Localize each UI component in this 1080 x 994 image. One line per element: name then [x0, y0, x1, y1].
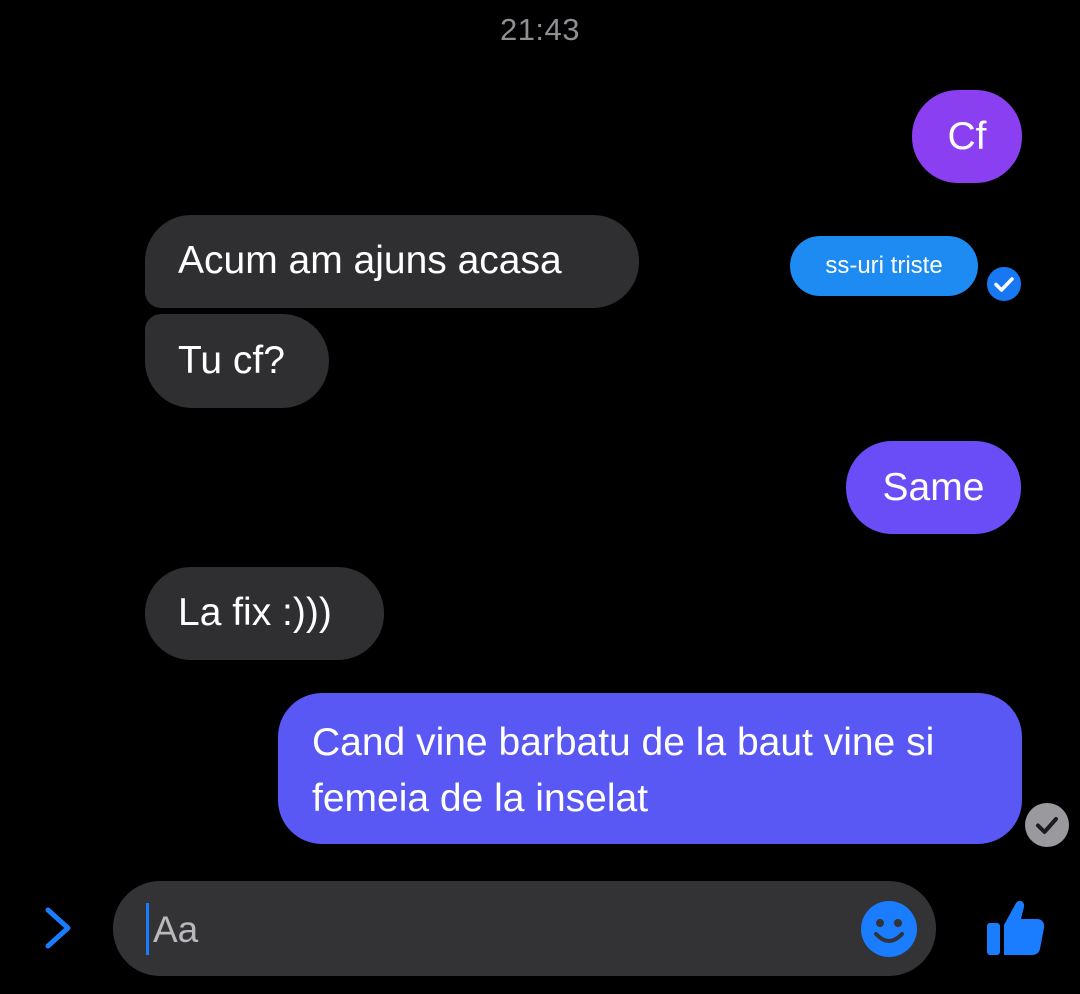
outgoing-message[interactable]: Cf: [912, 90, 1022, 183]
incoming-message[interactable]: La fix :))): [145, 567, 384, 660]
emoji-icon[interactable]: [860, 900, 918, 958]
outgoing-message[interactable]: Same: [846, 441, 1021, 534]
incoming-message[interactable]: Acum am ajuns acasa: [145, 215, 639, 308]
delivered-check-icon: [1025, 803, 1069, 847]
incoming-message[interactable]: Tu cf?: [145, 314, 329, 408]
message-input[interactable]: [153, 905, 753, 955]
seen-check-icon: [985, 265, 1023, 303]
chevron-right-icon[interactable]: [38, 898, 78, 958]
story-reply-pill[interactable]: ss-uri triste: [790, 236, 978, 296]
timestamp: 21:43: [499, 12, 581, 47]
thumbs-up-icon[interactable]: [983, 895, 1047, 959]
text-cursor: [146, 903, 149, 955]
outgoing-message[interactable]: Cand vine barbatu de la baut vine si fem…: [278, 693, 1022, 844]
